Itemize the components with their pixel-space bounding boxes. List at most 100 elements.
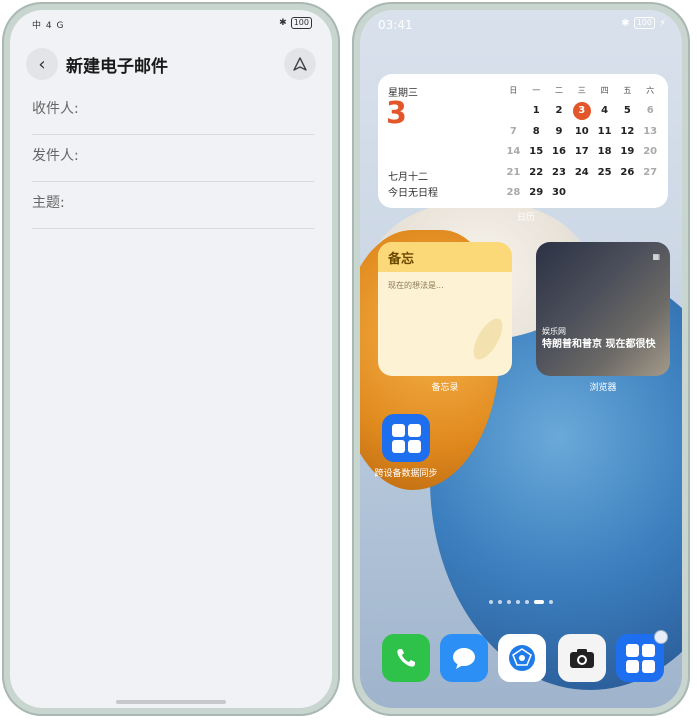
- battery-icon: 100: [633, 17, 655, 29]
- calendar-week-row: 1 2 3 4 5 6: [502, 101, 662, 122]
- calendar-date: 16: [552, 146, 566, 158]
- calendar-date: 28: [506, 187, 521, 199]
- calendar-date: 22: [529, 166, 544, 178]
- phone-icon: [397, 649, 415, 667]
- battery-icon: 100: [290, 17, 312, 29]
- weekday-header: 日: [509, 85, 518, 95]
- status-bar: 中 4 G ✱ 100: [10, 10, 332, 36]
- sender-label: 发件人:: [32, 148, 79, 164]
- calendar-date: 14: [506, 146, 521, 158]
- calendar-date: 24: [574, 166, 589, 178]
- calendar-header-row: 日 一 二 三 四 五 六: [502, 80, 662, 101]
- page-dot: [498, 600, 502, 604]
- left-phone: 中 4 G ✱ 100 ‹ 新建电子邮件 收件人: 发件人: 主题:: [2, 2, 340, 716]
- calendar-week-row: 21 22 23 24 25 26 27: [502, 162, 662, 183]
- page-indicator[interactable]: [360, 600, 682, 604]
- app-folder[interactable]: [616, 630, 668, 682]
- calendar-date: 6: [646, 105, 654, 117]
- subject-label: 主题:: [32, 195, 65, 211]
- calendar-date: 27: [643, 166, 658, 178]
- calendar-date: 23: [552, 166, 566, 178]
- send-button[interactable]: [284, 48, 316, 80]
- browser-news-widget[interactable]: ▦ 娱乐网 特朗普和普京 现在都很快: [536, 242, 670, 376]
- calendar-grid: 日 一 二 三 四 五 六 1 2 3 4 5 6 7 8 9 10 11 12…: [502, 80, 662, 203]
- weekday-header: 一: [532, 85, 541, 95]
- page-title: 新建电子邮件: [66, 57, 168, 77]
- calendar-date: 25: [597, 166, 612, 178]
- calendar-note: 今日无日程: [388, 188, 438, 199]
- calendar-date: 26: [620, 166, 635, 178]
- calendar-date: 7: [509, 125, 517, 137]
- news-source: 娱乐网: [542, 327, 566, 336]
- today-marker: 3: [572, 101, 591, 120]
- calendar-date: 10: [574, 125, 589, 137]
- chevron-left-icon: ‹: [38, 53, 46, 75]
- page-dot: [525, 600, 529, 604]
- memo-placeholder: 现在的想法是...: [388, 281, 444, 290]
- notification-badge: [654, 630, 668, 644]
- recipient-label: 收件人:: [32, 101, 79, 117]
- calendar-day: 3: [386, 96, 407, 131]
- signal-indicator: 中 4 G: [32, 21, 65, 31]
- clock: 03:41: [378, 18, 413, 32]
- calendar-date: 4: [601, 105, 609, 117]
- calendar-widget[interactable]: 星期三 3 七月十二 今日无日程 日 一 二 三 四 五 六 1 2 3 4 5…: [378, 74, 668, 208]
- page-dot: [489, 600, 493, 604]
- messages-app[interactable]: [440, 634, 488, 682]
- app-grid-icon: [391, 423, 421, 453]
- weekday-header: 六: [646, 85, 655, 95]
- send-icon: [293, 57, 307, 71]
- calendar-date: 9: [555, 125, 563, 137]
- messages-icon: [453, 648, 475, 669]
- calendar-date: 2: [555, 105, 563, 117]
- calendar-date: 1: [532, 105, 540, 117]
- recipient-field[interactable]: 收件人:: [32, 88, 314, 135]
- sender-field[interactable]: 发件人:: [32, 135, 314, 182]
- calendar-date: 30: [552, 187, 566, 199]
- memo-title: 备忘: [378, 242, 512, 272]
- calendar-date-today: 3: [570, 101, 593, 120]
- browser-label: 浏览器: [589, 383, 617, 393]
- calendar-lunar-date: 七月十二: [388, 172, 428, 183]
- page-dot: [507, 600, 511, 604]
- home-indicator[interactable]: [116, 700, 226, 704]
- back-button[interactable]: ‹: [26, 48, 58, 80]
- weekday-header: 二: [554, 85, 563, 95]
- camera-app[interactable]: [558, 634, 606, 682]
- calendar-date: 8: [532, 125, 540, 137]
- weekday-header: 四: [600, 85, 609, 95]
- camera-icon: [570, 649, 594, 668]
- memo-label: 备忘录: [431, 383, 459, 393]
- status-icons: ✱ 100: [279, 17, 312, 29]
- subject-field[interactable]: 主题:: [32, 182, 314, 229]
- page-dot: [549, 600, 553, 604]
- calendar-date: 5: [623, 105, 631, 117]
- phone-app[interactable]: [382, 634, 430, 682]
- dock: [360, 630, 682, 686]
- calendar-week-row: 28 29 30: [502, 183, 662, 204]
- browser-app[interactable]: [498, 634, 546, 682]
- memo-widget[interactable]: 备忘 现在的想法是...: [378, 242, 512, 376]
- page-dot: [516, 600, 520, 604]
- home-screen: 03:41 ✱ 100 ⚡ 星期三 3 七月十二 今日无日程 日 一 二 三 四…: [360, 10, 682, 708]
- calendar-date: 18: [597, 146, 612, 158]
- page-dot-active: [534, 600, 544, 604]
- calendar-week-row: 7 8 9 10 11 12 13: [502, 121, 662, 142]
- app-grid-icon: [625, 643, 655, 673]
- calendar-label: 日历: [516, 213, 535, 223]
- feather-icon: [467, 314, 509, 364]
- device-sync-app[interactable]: [382, 414, 430, 462]
- status-icons: ✱ 100 ⚡: [621, 17, 666, 29]
- charging-icon: ⚡: [658, 17, 666, 29]
- calendar-date: 13: [643, 125, 658, 137]
- calendar-date: 21: [506, 166, 521, 178]
- right-phone: 03:41 ✱ 100 ⚡ 星期三 3 七月十二 今日无日程 日 一 二 三 四…: [352, 2, 690, 716]
- calendar-date: 15: [529, 146, 544, 158]
- calendar-date: 20: [643, 146, 658, 158]
- weekday-header: 三: [577, 85, 586, 95]
- calendar-date: 12: [620, 125, 635, 137]
- news-headline: 特朗普和普京 现在都很快: [542, 339, 656, 350]
- email-compose-screen: 中 4 G ✱ 100 ‹ 新建电子邮件 收件人: 发件人: 主题:: [10, 10, 332, 708]
- browser-icon: [509, 645, 535, 671]
- calendar-date: 11: [597, 125, 612, 137]
